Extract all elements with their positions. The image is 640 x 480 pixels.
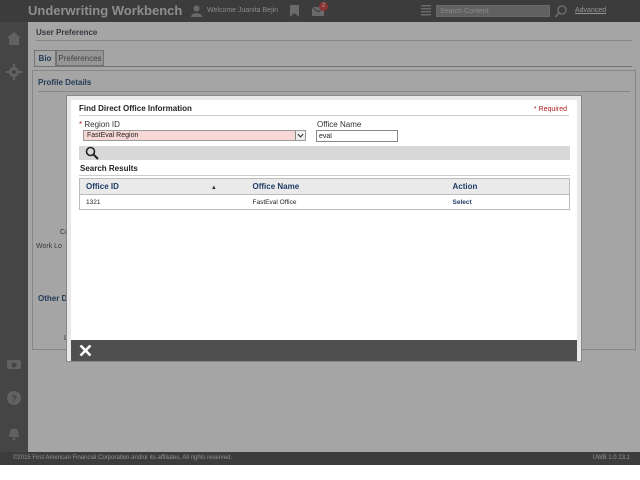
close-icon[interactable] [79,344,92,357]
required-mark: * [79,120,83,129]
required-note: * Required [533,106,567,113]
region-id-value: FastEval Region [87,132,139,139]
chevron-down-icon[interactable] [295,131,305,140]
dialog-footer [71,340,577,361]
table-header-row: Office ID ▲ Office Name Action [79,178,570,195]
search-icon[interactable] [85,146,99,160]
office-name-cell: FastEval Office [246,194,447,210]
divider [79,175,570,176]
table-row[interactable]: 1321 FastEval Office Select [79,194,570,210]
column-label: Office ID [86,182,119,191]
region-id-label-text: Region ID [84,120,120,129]
results-table: Office ID ▲ Office Name Action 1321 FastE… [79,178,570,210]
office-name-label: Office Name [317,120,362,129]
office-name-input[interactable] [316,130,398,142]
divider [79,115,569,116]
column-header-office-name[interactable]: Office Name [246,178,447,195]
region-id-label: * Region ID [79,120,120,129]
find-office-dialog: Find Direct Office Information * Require… [67,96,581,361]
search-results-heading: Search Results [80,164,138,173]
search-bar [79,146,570,160]
region-id-select[interactable]: FastEval Region [83,130,306,141]
sort-ascending-icon[interactable]: ▲ [211,185,217,191]
select-link[interactable]: Select [446,194,570,210]
dialog-title: Find Direct Office Information [79,104,192,113]
column-header-office-id[interactable]: Office ID ▲ [79,178,247,195]
office-id-cell: 1321 [79,194,247,210]
column-header-action: Action [446,178,570,195]
